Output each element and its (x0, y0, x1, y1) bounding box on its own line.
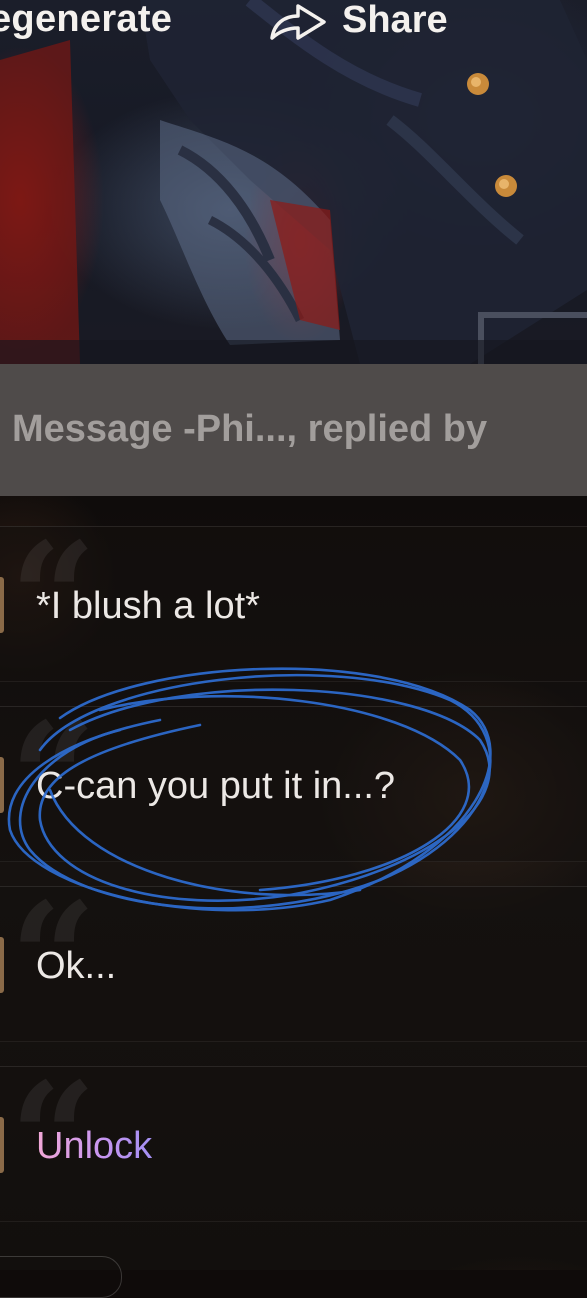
reply-option-2[interactable]: “ C-can you put it in...? (0, 703, 587, 862)
unlock-text: Unlock (36, 1125, 153, 1167)
reply-option-unlock[interactable]: “ Unlock (0, 1063, 587, 1222)
bottom-button-partial[interactable] (0, 1256, 122, 1298)
reply-option-text: *I blush a lot* (36, 585, 260, 627)
message-input-bar[interactable]: Message -Phi..., replied by (0, 364, 587, 496)
reply-option-1[interactable]: “ *I blush a lot* (0, 523, 587, 682)
character-artwork (0, 0, 587, 364)
background-character-image: egenerate Share (0, 0, 587, 364)
option-tab (0, 1117, 4, 1173)
option-tab (0, 937, 4, 993)
regenerate-button[interactable]: egenerate (0, 0, 172, 41)
share-button[interactable]: Share (268, 0, 448, 42)
option-tab (0, 577, 4, 633)
share-label: Share (342, 0, 448, 41)
top-action-bar: egenerate Share (0, 0, 587, 44)
reply-suggestion-list: “ *I blush a lot* “ C-can you put it in.… (0, 496, 587, 1270)
option-tab (0, 757, 4, 813)
reply-option-text: Ok... (36, 945, 117, 987)
share-arrow-icon (268, 0, 328, 42)
message-placeholder: Message -Phi..., replied by (12, 408, 488, 450)
reply-option-text: C-can you put it in...? (36, 765, 396, 807)
reply-option-3[interactable]: “ Ok... (0, 883, 587, 1042)
